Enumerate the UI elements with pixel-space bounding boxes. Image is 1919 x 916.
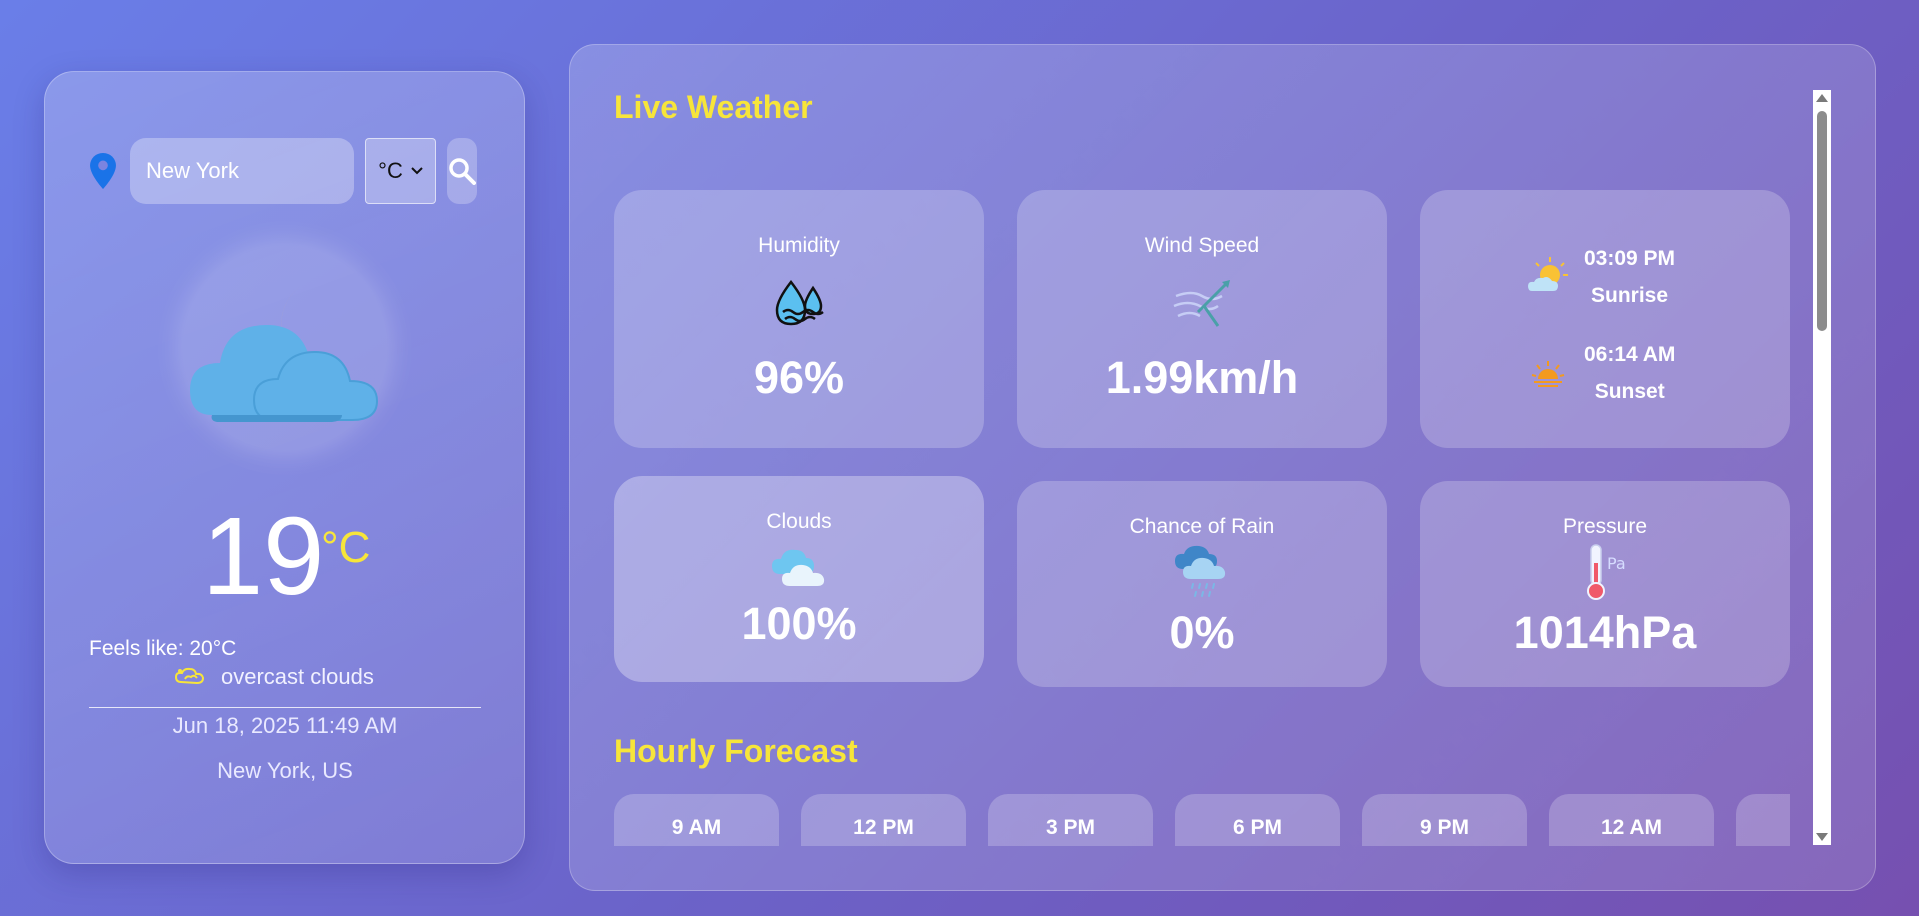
hour-card[interactable]: 9 PM xyxy=(1362,794,1527,846)
hour-card[interactable]: 12 PM xyxy=(801,794,966,846)
unit-select-value: °C xyxy=(378,158,403,183)
scroll-up-arrow-icon[interactable] xyxy=(1816,94,1828,102)
weather-description-text: overcast clouds xyxy=(221,664,374,689)
chevron-down-icon xyxy=(411,167,423,175)
unit-select[interactable]: °C xyxy=(365,138,436,204)
hour-card[interactable]: 3 PM xyxy=(988,794,1153,846)
current-temperature: 19 xyxy=(202,495,325,618)
search-button[interactable] xyxy=(447,138,477,204)
current-datetime: Jun 18, 2025 11:49 AM xyxy=(172,713,398,738)
hour-card[interactable]: 12 AM xyxy=(1549,794,1714,846)
search-icon xyxy=(449,158,476,185)
weather-icon-circle xyxy=(182,245,388,451)
current-location: New York, US xyxy=(217,758,353,783)
city-search-input[interactable] xyxy=(130,138,354,204)
vertical-scrollbar[interactable] xyxy=(1813,90,1831,845)
search-row: °C xyxy=(89,138,477,204)
hourly-forecast-strip: 9 AM 12 PM 3 PM 6 PM 9 PM 12 AM xyxy=(570,45,1790,846)
map-pin-icon xyxy=(90,153,116,189)
feels-like-text: Feels like: 20°C xyxy=(89,637,237,660)
temperature-unit: °C xyxy=(321,523,371,572)
divider xyxy=(89,707,481,708)
weather-description: overcast clouds xyxy=(175,664,374,690)
overcast-clouds-icon xyxy=(175,667,205,685)
scroll-down-arrow-icon[interactable] xyxy=(1816,833,1828,841)
scroll-thumb[interactable] xyxy=(1817,111,1827,331)
hour-card[interactable]: 6 PM xyxy=(1175,794,1340,846)
current-weather-card: °C 19 °C Feels like: 20°C overcast c xyxy=(44,71,525,864)
hour-card[interactable] xyxy=(1736,794,1790,846)
moon-cloud-icon xyxy=(190,285,379,422)
hour-card[interactable]: 9 AM xyxy=(614,794,779,846)
live-weather-panel[interactable]: Live Weather Humidity 96% Wind Speed 1.9… xyxy=(569,44,1876,891)
